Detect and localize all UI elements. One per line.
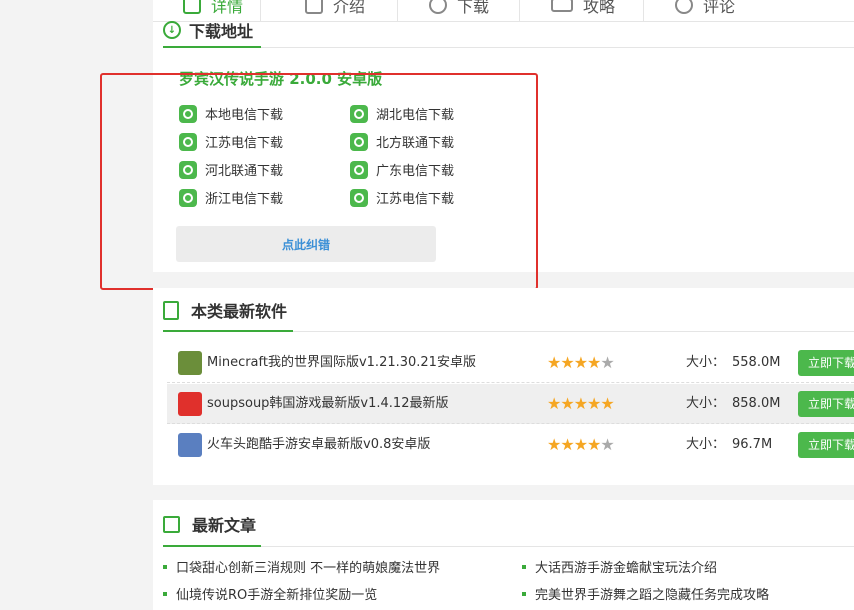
article-link[interactable]: 大话西游手游金蟾献宝玩法介绍 <box>522 557 717 576</box>
software-row: soupsoup韩国游戏最新版v1.4.12最新版 ★★★★★ 大小： 858.… <box>167 384 854 424</box>
heading-underline <box>163 545 261 547</box>
tab-intro[interactable]: 介绍 <box>305 0 366 21</box>
document-icon <box>183 0 201 14</box>
intro-icon <box>305 0 323 14</box>
download-circle-icon: ↓ <box>163 21 181 39</box>
software-name[interactable]: Minecraft我的世界国际版v1.21.30.21安卓版 <box>207 343 476 383</box>
star-filled-icon: ★ <box>560 394 574 413</box>
latest-articles-section: 最新文章 口袋甜心创新三消规则 不一样的萌娘魔法世界 大话西游手游金蟾献宝玩法介… <box>153 500 854 610</box>
rating-stars: ★★★★★ <box>547 384 615 424</box>
article-title: 口袋甜心创新三消规则 不一样的萌娘魔法世界 <box>176 561 441 576</box>
software-size: 858.0M <box>732 396 781 411</box>
bullet-icon <box>163 564 167 569</box>
heading-rule <box>293 331 854 332</box>
tab-download[interactable]: 下载 <box>429 0 490 21</box>
star-filled-icon: ★ <box>573 353 588 372</box>
article-link[interactable]: 口袋甜心创新三消规则 不一样的萌娘魔法世界 <box>163 557 440 576</box>
rating-stars: ★★★★★ <box>547 425 615 465</box>
star-filled-icon: ★ <box>547 394 561 413</box>
size-label: 大小： <box>686 355 726 370</box>
software-heading: 本类最新软件 <box>163 298 287 322</box>
download-heading: ↓ 下载地址 <box>163 16 253 44</box>
download-heading-text: 下载地址 <box>189 22 254 41</box>
star-empty-icon: ★ <box>600 353 614 372</box>
star-filled-icon: ★ <box>600 394 614 413</box>
list-icon <box>163 515 180 533</box>
star-filled-icon: ★ <box>573 435 588 454</box>
article-link[interactable]: 完美世界手游舞之蹈之隐藏任务完成攻略 <box>522 584 769 603</box>
software-name[interactable]: 火车头跑酷手游安卓最新版v0.8安卓版 <box>207 425 430 465</box>
tab-guide[interactable]: 攻略 <box>551 0 616 21</box>
star-filled-icon: ★ <box>560 353 574 372</box>
tab-divider <box>397 0 398 21</box>
star-filled-icon: ★ <box>587 394 601 413</box>
latest-software-section: 本类最新软件 Minecraft我的世界国际版v1.21.30.21安卓版 ★★… <box>153 288 854 485</box>
star-empty-icon: ★ <box>600 435 614 454</box>
software-heading-text: 本类最新软件 <box>191 302 288 321</box>
soupsoup-icon[interactable] <box>178 392 202 416</box>
bullet-icon <box>522 564 526 569</box>
tab-comments[interactable]: 评论 <box>675 0 736 21</box>
train-runner-icon[interactable] <box>178 433 202 457</box>
tab-divider <box>643 0 644 21</box>
heading-rule <box>261 546 854 547</box>
software-size: 96.7M <box>732 437 773 452</box>
star-filled-icon: ★ <box>587 435 601 454</box>
software-row: 火车头跑酷手游安卓最新版v0.8安卓版 ★★★★★ 大小： 96.7M 立即下载 <box>167 425 854 465</box>
star-filled-icon: ★ <box>573 394 588 413</box>
article-title: 完美世界手游舞之蹈之隐藏任务完成攻略 <box>535 588 770 603</box>
size-label: 大小： <box>686 437 726 452</box>
rating-stars: ★★★★★ <box>547 343 615 383</box>
star-filled-icon: ★ <box>560 435 574 454</box>
article-title: 仙境传说RO手游全新排位奖励一览 <box>176 588 378 603</box>
heading-rule <box>261 47 854 48</box>
tab-label: 攻略 <box>583 0 616 16</box>
size-label: 大小： <box>686 396 726 411</box>
article-title: 大话西游手游金蟾献宝玩法介绍 <box>535 561 718 576</box>
articles-heading: 最新文章 <box>163 512 256 536</box>
star-filled-icon: ★ <box>547 353 561 372</box>
articles-heading-text: 最新文章 <box>192 516 257 535</box>
software-size: 558.0M <box>732 355 781 370</box>
article-link[interactable]: 仙境传说RO手游全新排位奖励一览 <box>163 584 377 603</box>
detail-tabs: 详情 介绍 下载 攻略 评论 <box>153 0 854 22</box>
heading-underline <box>163 46 261 48</box>
layers-icon <box>551 0 573 12</box>
highlight-box <box>100 73 538 290</box>
bullet-icon <box>163 591 167 596</box>
tab-divider <box>260 0 261 21</box>
minecraft-icon[interactable] <box>178 351 202 375</box>
download-icon <box>429 0 447 14</box>
tab-label: 下载 <box>457 0 490 16</box>
tab-divider <box>519 0 520 21</box>
software-row: Minecraft我的世界国际版v1.21.30.21安卓版 ★★★★★ 大小：… <box>167 343 854 383</box>
star-filled-icon: ★ <box>587 353 601 372</box>
download-now-button[interactable]: 立即下载 <box>798 350 854 376</box>
heading-underline <box>163 330 293 332</box>
tab-label: 评论 <box>703 0 736 16</box>
comment-icon <box>675 0 693 14</box>
tab-label: 详情 <box>211 0 244 16</box>
tab-label: 介绍 <box>333 0 366 16</box>
bullet-icon <box>522 591 526 596</box>
download-now-button[interactable]: 立即下载 <box>798 391 854 417</box>
star-filled-icon: ★ <box>547 435 561 454</box>
page-icon <box>163 300 179 320</box>
software-name[interactable]: soupsoup韩国游戏最新版v1.4.12最新版 <box>207 384 448 424</box>
download-now-button[interactable]: 立即下载 <box>798 432 854 458</box>
